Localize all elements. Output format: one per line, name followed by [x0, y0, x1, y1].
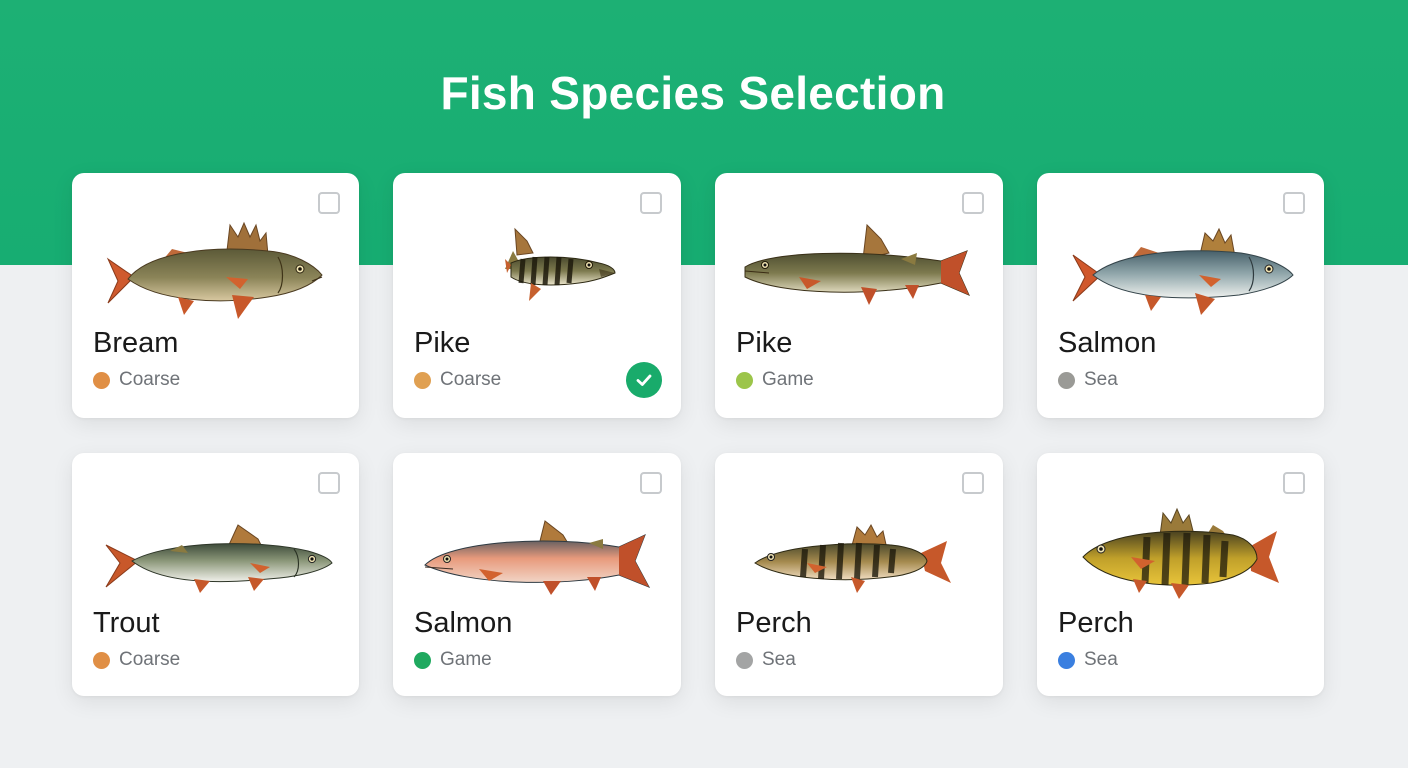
species-name: Pike [414, 327, 471, 359]
category-tag: Sea [1058, 369, 1118, 391]
species-name: Salmon [414, 607, 513, 639]
perch-like-fish-icon [106, 221, 323, 319]
pike-fish-icon [744, 223, 970, 305]
category-tag: Sea [736, 649, 796, 671]
species-card[interactable]: Perch Sea [1037, 453, 1324, 696]
species-card[interactable]: Pike Game [715, 173, 1003, 418]
striped-pike-fish-icon [505, 227, 616, 301]
category-tag: Coarse [93, 649, 180, 671]
category-label: Game [762, 369, 814, 390]
selected-check-icon [626, 362, 662, 398]
category-tag: Coarse [414, 369, 501, 391]
category-dot [414, 651, 431, 669]
species-name: Perch [1058, 607, 1134, 639]
species-card[interactable]: Salmon Sea [1037, 173, 1324, 418]
category-dot [93, 371, 110, 389]
category-dot [1058, 371, 1075, 389]
page-title: Fish Species Selection [440, 67, 946, 119]
category-label: Game [440, 649, 492, 670]
category-tag: Game [736, 369, 814, 391]
category-tag: Sea [1058, 649, 1118, 671]
species-grid: Bream Coarse Pike Coarse Pike Game Salmo… [72, 173, 1324, 696]
species-card[interactable]: Bream Coarse [72, 173, 359, 418]
trout-fish-icon [105, 524, 333, 593]
yellow-perch-fish-icon [1082, 507, 1279, 599]
category-tag: Game [414, 649, 492, 671]
category-label: Sea [1084, 649, 1118, 670]
striped-perch-fish-icon [754, 523, 951, 593]
category-label: Coarse [440, 369, 502, 390]
category-dot [93, 651, 110, 669]
species-card[interactable]: Salmon Game [393, 453, 681, 696]
category-dot [1058, 651, 1075, 669]
category-label: Coarse [119, 649, 181, 670]
species-name: Bream [93, 327, 179, 359]
species-name: Trout [93, 607, 160, 639]
perch-like-fish-icon [1072, 227, 1294, 315]
species-name: Pike [736, 327, 793, 359]
salmon-fish-icon [424, 520, 651, 595]
category-dot [736, 651, 753, 669]
category-dot [414, 371, 431, 389]
species-card[interactable]: Pike Coarse [393, 173, 681, 418]
species-name: Salmon [1058, 327, 1157, 359]
category-label: Coarse [119, 369, 181, 390]
category-tag: Coarse [93, 369, 180, 391]
category-label: Sea [762, 649, 796, 670]
category-label: Sea [1084, 369, 1118, 390]
category-dot [736, 371, 753, 389]
species-card[interactable]: Trout Coarse [72, 453, 359, 696]
species-name: Perch [736, 607, 812, 639]
species-card[interactable]: Perch Sea [715, 453, 1003, 696]
